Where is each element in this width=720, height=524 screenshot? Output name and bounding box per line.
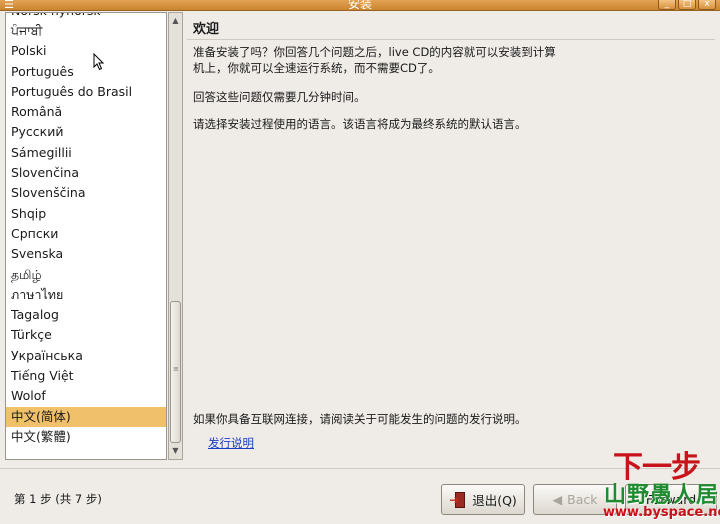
maximize-button[interactable]: □ <box>678 0 696 10</box>
language-item[interactable]: Sámegillii <box>6 143 166 163</box>
intro-text: 准备安装了吗？你回答几个问题之后，live CD的内容就可以安装到计算机上，你就… <box>193 45 556 75</box>
language-item[interactable]: தமிழ் <box>6 265 166 285</box>
window-title: 安装 <box>347 0 372 11</box>
quit-arrow-icon: ➔ <box>449 492 460 507</box>
scroll-up-icon[interactable]: ▲ <box>169 13 182 29</box>
language-item[interactable]: Português <box>6 62 166 82</box>
back-button-label: Back <box>567 492 598 507</box>
language-item[interactable]: Tiếng Việt <box>6 366 166 386</box>
grip-icon: ≡ <box>173 365 179 373</box>
mouse-cursor-icon <box>93 53 105 71</box>
quit-button-label: 退出(Q) <box>472 493 517 508</box>
language-item[interactable]: Türkçe <box>6 325 166 345</box>
internet-notice-text: 如果你具备互联网连接，请阅读关于可能发生的问题的发行说明。 <box>193 412 527 426</box>
language-item[interactable]: Slovenčina <box>6 163 166 183</box>
language-item[interactable]: Русский <box>6 122 166 142</box>
language-item[interactable]: ภาษาไทย <box>6 285 166 305</box>
language-item[interactable]: Српски <box>6 224 166 244</box>
heading-divider <box>187 39 715 40</box>
language-item[interactable]: 中文(简体) <box>6 406 166 427</box>
language-item[interactable]: Polski <box>6 41 166 61</box>
footer-divider <box>0 468 720 469</box>
language-item[interactable]: ਪੰਜਾਬੀ <box>6 21 166 41</box>
language-item[interactable]: Wolof <box>6 386 166 406</box>
watermark-url: www.byspace.net <box>603 505 720 520</box>
welcome-panel: 欢迎 准备安装了吗？你回答几个问题之后，live CD的内容就可以安装到计算机上… <box>187 12 715 460</box>
back-arrow-icon: ◀ <box>552 492 563 507</box>
language-item[interactable]: 中文(繁體) <box>6 427 166 447</box>
language-list[interactable]: Norsk nynorskਪੰਜਾਬੀPolskiPortuguêsPortug… <box>5 12 167 460</box>
language-item[interactable]: Svenska <box>6 244 166 264</box>
minimize-button[interactable]: _ <box>658 0 676 10</box>
language-item[interactable]: Română <box>6 102 166 122</box>
language-instruction-text: 请选择安装过程使用的语言。该语言将成为最终系统的默认语言。 <box>193 117 527 131</box>
scroll-thumb[interactable]: ≡ <box>170 301 181 443</box>
quit-button[interactable]: ➔ 退出(Q) <box>441 484 525 515</box>
welcome-heading: 欢迎 <box>193 22 220 37</box>
language-item[interactable]: Shqip <box>6 204 166 224</box>
language-item[interactable]: Norsk nynorsk <box>6 13 166 21</box>
duration-text: 回答这些问题仅需要几分钟时间。 <box>193 90 366 104</box>
step-indicator: 第 1 步 (共 7 步) <box>14 492 102 506</box>
language-item[interactable]: Slovenščina <box>6 183 166 203</box>
close-button[interactable]: x <box>698 0 716 10</box>
language-item[interactable]: Português do Brasil <box>6 82 166 102</box>
language-list-scrollbar[interactable]: ▲ ≡ ▼ <box>168 12 183 460</box>
release-notes-link[interactable]: 发行说明 <box>208 435 254 451</box>
title-bar: ☰ 安装 _ □ x <box>0 0 720 11</box>
language-item[interactable]: Українська <box>6 346 166 366</box>
scroll-down-icon[interactable]: ▼ <box>169 443 182 459</box>
exit-door-icon: ➔ <box>449 491 467 509</box>
language-item[interactable]: Tagalog <box>6 305 166 325</box>
